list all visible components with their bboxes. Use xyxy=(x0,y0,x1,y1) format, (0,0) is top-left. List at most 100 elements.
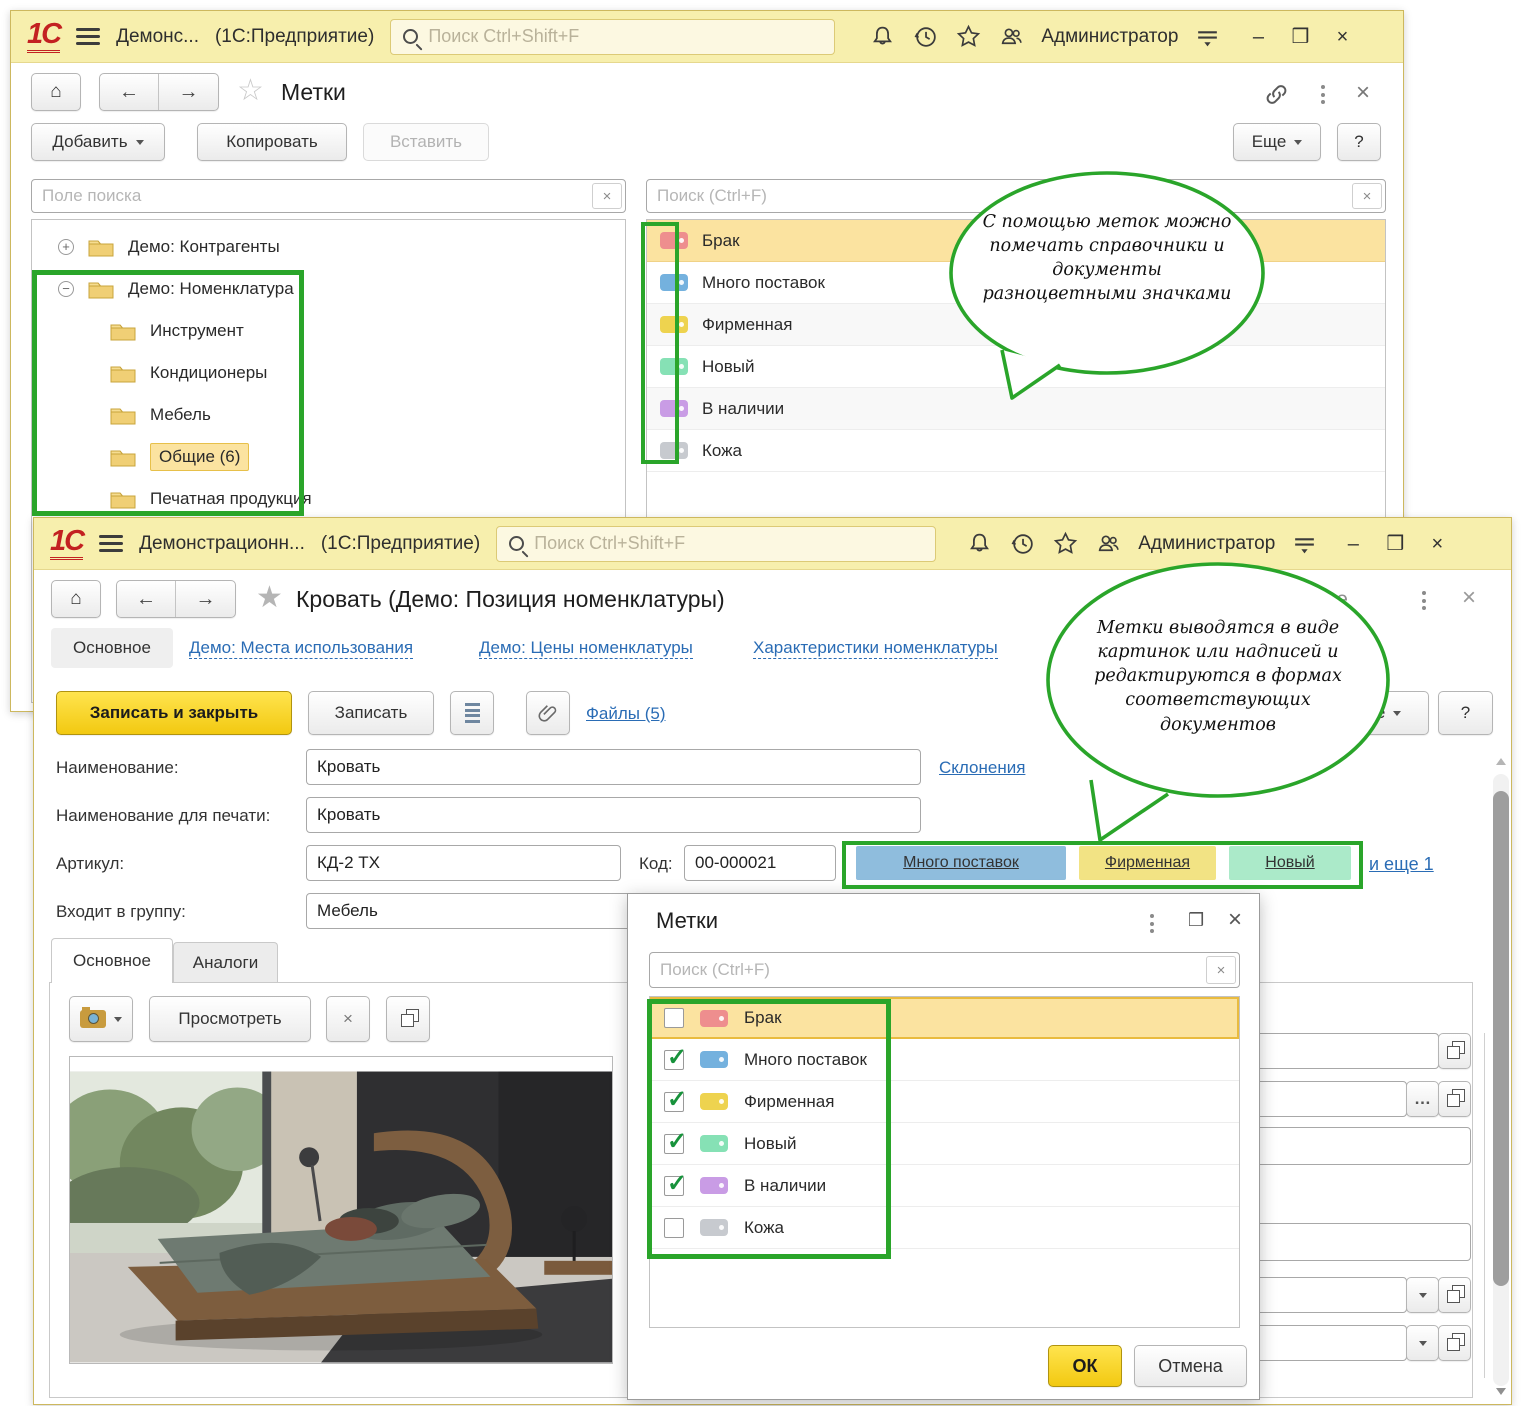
expand-icon[interactable]: + xyxy=(58,239,74,255)
tree-item-selected[interactable]: Общие (6) xyxy=(32,436,625,478)
notifications-bell-icon[interactable] xyxy=(966,530,993,557)
scrollbar-thumb[interactable] xyxy=(1493,791,1509,1286)
current-user[interactable]: Администратор xyxy=(1138,533,1275,555)
home-button[interactable]: ⌂ xyxy=(31,73,81,111)
tag-checkbox[interactable]: ✓ xyxy=(664,1134,684,1154)
modal-tag-row[interactable]: Кожа xyxy=(650,1207,1239,1249)
modal-search-input[interactable]: Поиск (Ctrl+F) × xyxy=(649,952,1240,988)
ok-button[interactable]: ОК xyxy=(1048,1345,1122,1387)
attachments-button[interactable] xyxy=(526,691,570,735)
open-button[interactable] xyxy=(1438,1277,1471,1313)
open-button[interactable] xyxy=(1438,1081,1471,1117)
save-and-close-button[interactable]: Записать и закрыть xyxy=(56,691,292,735)
tab-main[interactable]: Основное xyxy=(51,938,173,983)
minimize-button[interactable]: – xyxy=(1340,534,1366,554)
history-icon[interactable] xyxy=(912,23,939,50)
tag-badge[interactable]: Новый xyxy=(1229,846,1351,880)
help-button[interactable]: ? xyxy=(1438,691,1493,735)
main-menu-icon[interactable] xyxy=(99,535,123,552)
forward-button[interactable]: → xyxy=(176,581,235,617)
dropdown-button[interactable] xyxy=(1406,1277,1439,1313)
clear-image-button[interactable]: × xyxy=(326,996,370,1042)
modal-tag-row[interactable]: ✓ Фирменная xyxy=(650,1081,1239,1123)
favorites-star-icon[interactable] xyxy=(955,23,982,50)
open-button[interactable] xyxy=(1438,1033,1471,1069)
print-name-input[interactable]: Кровать xyxy=(306,797,921,833)
dropdown-button[interactable] xyxy=(1406,1325,1439,1361)
cancel-button[interactable]: Отмена xyxy=(1134,1345,1247,1387)
clear-search-icon[interactable]: × xyxy=(1352,183,1382,209)
tree-item[interactable]: Печатная продукция xyxy=(32,478,625,520)
declension-link[interactable]: Склонения xyxy=(939,758,1025,778)
sku-input[interactable]: КД-2 ТХ xyxy=(306,845,621,881)
favorite-star-icon[interactable]: ☆ xyxy=(237,73,264,108)
close-form-icon[interactable]: × xyxy=(1462,584,1476,612)
maximize-icon[interactable]: ❒ xyxy=(1188,910,1204,931)
nav-tab-characteristics[interactable]: Характеристики номенклатуры xyxy=(753,638,998,659)
more-button[interactable]: Еще xyxy=(1233,123,1321,161)
tag-row[interactable]: Кожа xyxy=(647,430,1385,472)
users-icon[interactable] xyxy=(1095,530,1122,557)
favorites-star-icon[interactable] xyxy=(1052,530,1079,557)
modal-tag-row[interactable]: ✓ Новый xyxy=(650,1123,1239,1165)
close-window-button[interactable]: × xyxy=(1329,27,1355,47)
scroll-up-icon[interactable] xyxy=(1496,758,1506,765)
open-button[interactable] xyxy=(1438,1325,1471,1361)
collapse-icon[interactable]: − xyxy=(58,281,74,297)
choose-button[interactable]: … xyxy=(1406,1081,1439,1117)
photo-button[interactable] xyxy=(69,996,133,1042)
history-icon[interactable] xyxy=(1009,530,1036,557)
global-search-input[interactable]: Поиск Ctrl+Shift+F xyxy=(390,19,835,55)
service-menu-icon[interactable] xyxy=(1291,530,1318,557)
forward-button[interactable]: → xyxy=(159,74,218,110)
more-menu-icon[interactable] xyxy=(1422,591,1428,610)
more-menu-icon[interactable] xyxy=(1150,914,1156,933)
back-button[interactable]: ← xyxy=(117,581,176,617)
open-image-button[interactable] xyxy=(386,996,430,1042)
main-menu-icon[interactable] xyxy=(76,28,100,45)
add-button[interactable]: Добавить xyxy=(31,123,165,161)
tag-checkbox[interactable] xyxy=(664,1218,684,1238)
code-input[interactable]: 00-000021 xyxy=(684,845,836,881)
tree-item[interactable]: Кондиционеры xyxy=(32,352,625,394)
more-tags-link[interactable]: и еще 1 xyxy=(1369,854,1434,875)
tree-search-input[interactable]: Поле поиска × xyxy=(31,179,626,213)
help-button[interactable]: ? xyxy=(1337,123,1381,161)
clear-search-icon[interactable]: × xyxy=(1206,956,1236,984)
favorite-star-icon[interactable]: ★ xyxy=(256,580,283,615)
paste-button[interactable]: Вставить xyxy=(363,123,489,161)
tag-checkbox[interactable] xyxy=(664,1008,684,1028)
save-button[interactable]: Записать xyxy=(308,691,434,735)
tree-item[interactable]: Мебель xyxy=(32,394,625,436)
clear-search-icon[interactable]: × xyxy=(592,183,622,209)
service-menu-icon[interactable] xyxy=(1194,23,1221,50)
users-icon[interactable] xyxy=(998,23,1025,50)
get-link-icon[interactable] xyxy=(1263,81,1290,108)
tab-analogs[interactable]: Аналоги xyxy=(173,942,278,983)
notifications-bell-icon[interactable] xyxy=(869,23,896,50)
modal-tag-row[interactable]: ✓ Много поставок xyxy=(650,1039,1239,1081)
tree-item[interactable]: + Демо: Контрагенты xyxy=(32,226,625,268)
tag-badge[interactable]: Много поставок xyxy=(856,846,1066,880)
tag-badge[interactable]: Фирменная xyxy=(1079,846,1216,880)
close-form-icon[interactable]: × xyxy=(1356,79,1370,107)
copy-button[interactable]: Копировать xyxy=(197,123,347,161)
tag-checkbox[interactable]: ✓ xyxy=(664,1176,684,1196)
current-user[interactable]: Администратор xyxy=(1041,26,1178,48)
back-button[interactable]: ← xyxy=(100,74,159,110)
files-link[interactable]: Файлы (5) xyxy=(586,704,666,724)
view-image-button[interactable]: Просмотреть xyxy=(149,996,311,1042)
nav-tab-main[interactable]: Основное xyxy=(51,628,173,668)
show-in-list-button[interactable] xyxy=(450,691,494,735)
minimize-button[interactable]: – xyxy=(1245,27,1271,47)
modal-tag-row[interactable]: ✓ В наличии xyxy=(650,1165,1239,1207)
product-image[interactable] xyxy=(69,1056,613,1364)
nav-tab-usage-places[interactable]: Демо: Места использования xyxy=(189,638,413,659)
modal-tag-row-selected[interactable]: Брак xyxy=(650,997,1239,1039)
home-button[interactable]: ⌂ xyxy=(51,580,101,618)
close-window-button[interactable]: × xyxy=(1424,534,1450,554)
name-input[interactable]: Кровать xyxy=(306,749,921,785)
tag-checkbox[interactable]: ✓ xyxy=(664,1092,684,1112)
close-modal-icon[interactable]: × xyxy=(1228,906,1242,934)
tag-checkbox[interactable]: ✓ xyxy=(664,1050,684,1070)
